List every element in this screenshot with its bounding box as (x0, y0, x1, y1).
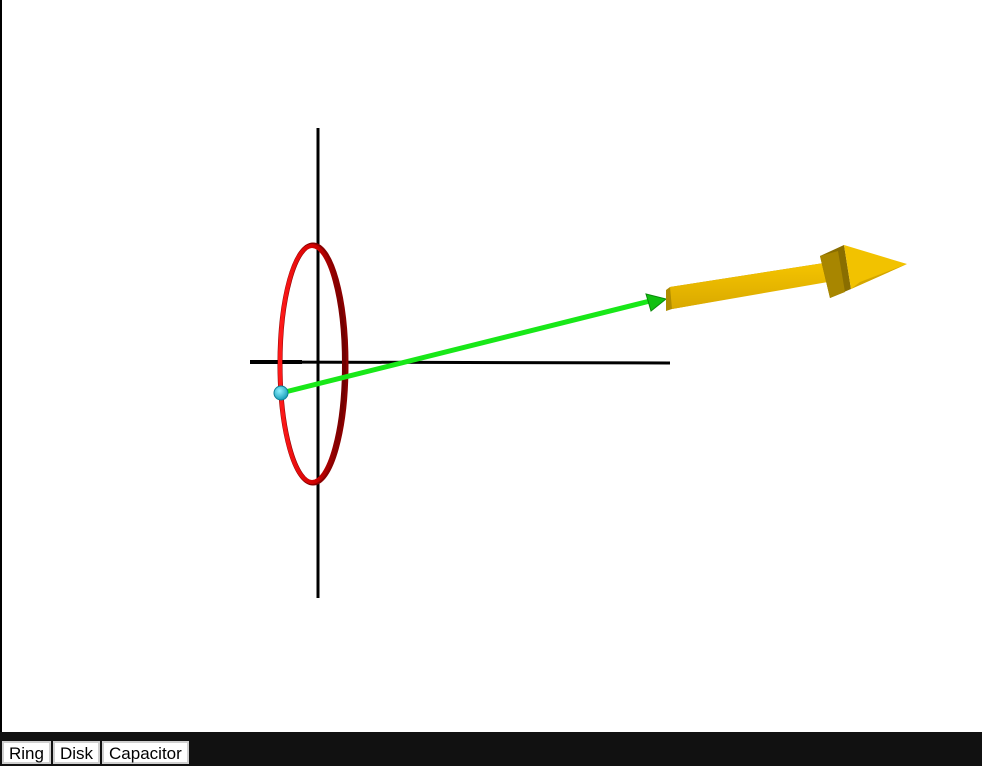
source-point-sphere[interactable] (273, 385, 289, 401)
position-vector-shaft (278, 298, 653, 396)
capacitor-button[interactable]: Capacitor (102, 741, 189, 764)
mode-toolbar: Ring Disk Capacitor (0, 732, 982, 766)
scene-canvas[interactable] (2, 0, 982, 732)
field-arrow (666, 245, 907, 311)
x-axis (249, 360, 671, 365)
ring-button[interactable]: Ring (2, 741, 51, 764)
field-arrow-head-tip (844, 245, 907, 289)
disk-button[interactable]: Disk (52, 741, 101, 764)
3d-viewport[interactable] (0, 0, 982, 732)
axes (249, 128, 671, 598)
position-vector-head (645, 293, 668, 312)
field-arrow-shaft (670, 263, 828, 309)
